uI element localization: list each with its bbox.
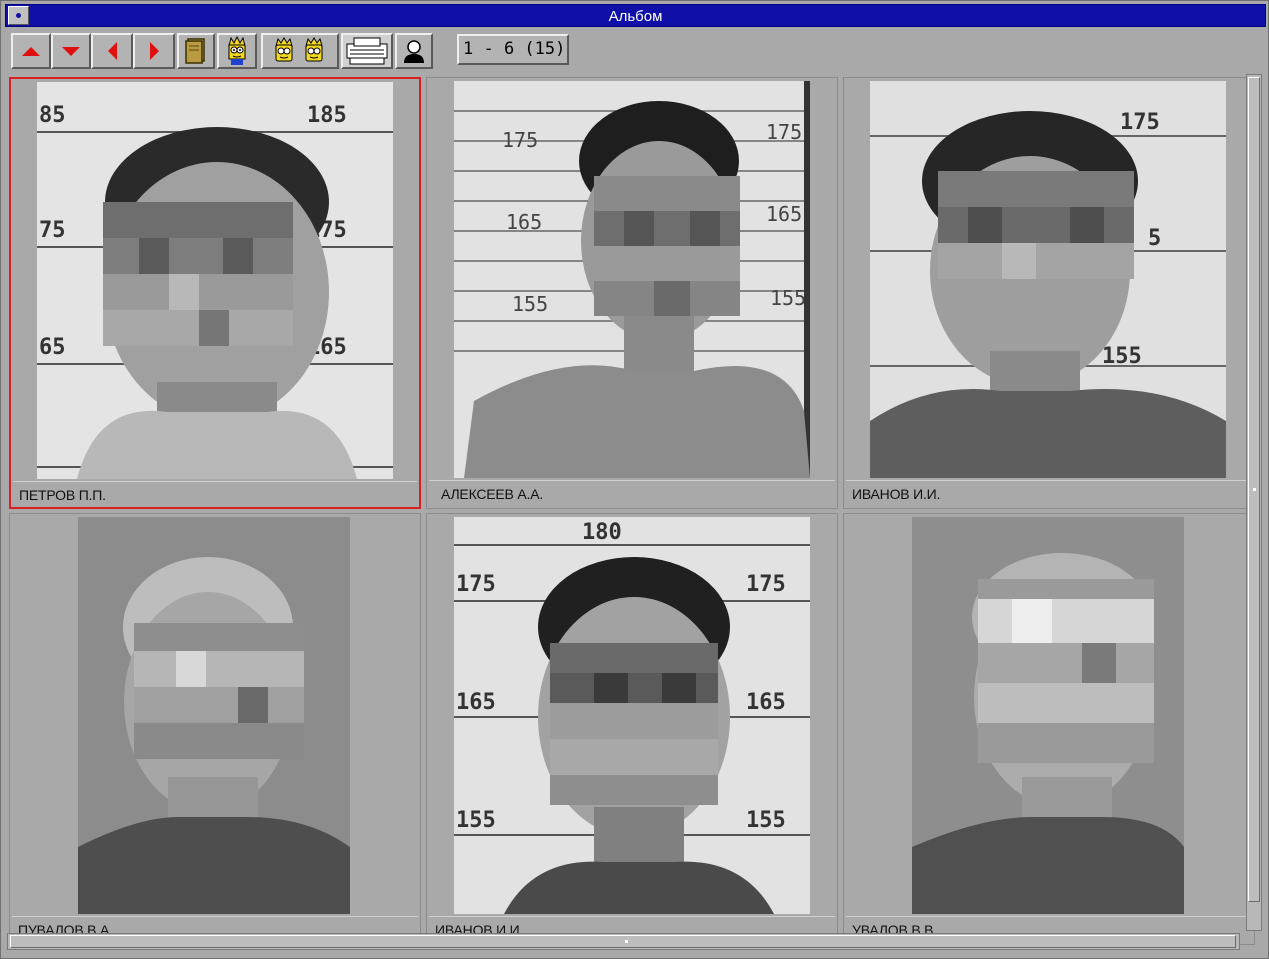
grip-icon [1253, 488, 1256, 491]
vertical-scroll-thumb[interactable] [1248, 77, 1260, 902]
album-card[interactable]: 85 185 75 175 65 165 ПЕТРОВ П.П. [9, 77, 421, 509]
scroll-up-button[interactable] [11, 33, 51, 69]
horizontal-scroll-thumb[interactable] [10, 935, 1236, 948]
svg-text:175: 175 [502, 128, 538, 152]
book-icon [185, 38, 205, 64]
svg-text:175: 175 [766, 120, 802, 144]
cartoon-faces-icon [275, 37, 323, 62]
scroll-down-button[interactable] [51, 33, 91, 69]
mugshot-image: 175 175 165 165 155 155 [454, 81, 810, 478]
mugshot-photo[interactable] [912, 517, 1184, 914]
arrow-down-icon [62, 46, 80, 56]
svg-text:180: 180 [582, 520, 622, 545]
svg-text:165: 165 [506, 210, 542, 234]
single-person-button[interactable] [217, 33, 257, 69]
book-button[interactable] [177, 33, 215, 69]
svg-text:85: 85 [39, 103, 66, 128]
album-card[interactable]: 175 5 155 ИВАНОВ И.И. [843, 77, 1255, 509]
svg-text:185: 185 [307, 103, 347, 128]
svg-text:165: 165 [456, 690, 496, 715]
svg-text:165: 165 [766, 202, 802, 226]
album-card[interactable]: 180 175 175 165 165 155 155 ИВАНОВ И.И. [426, 513, 838, 945]
window-title: Альбом [608, 8, 663, 25]
previous-page-button[interactable] [91, 33, 133, 69]
page-counter: 1 - 6 (15) [457, 34, 569, 65]
mugshot-photo[interactable]: 85 185 75 175 65 165 [37, 82, 393, 479]
photo-caption: ИВАНОВ И.И. [846, 480, 1252, 506]
photo-album-grid: 85 185 75 175 65 165 ПЕТРОВ П.П. 175 175… [9, 77, 1255, 945]
svg-text:75: 75 [39, 218, 66, 243]
cartoon-face-icon [228, 36, 246, 65]
mugshot-photo[interactable]: 175 175 165 165 155 155 [454, 81, 810, 478]
album-window: Альбом 1 - 6 (15) 85 185 75 175 65 165 П… [0, 0, 1269, 959]
album-card[interactable]: ПУВАЛОВ В.А. [9, 513, 421, 945]
mugshot-photo[interactable]: 180 175 175 165 165 155 155 [454, 517, 810, 914]
toolbar: 1 - 6 (15) [1, 29, 1269, 73]
printer-icon [346, 37, 388, 65]
svg-text:155: 155 [456, 808, 496, 833]
person-silhouette-icon [404, 40, 424, 63]
svg-text:165: 165 [746, 690, 786, 715]
svg-text:155: 155 [770, 286, 806, 310]
person-profile-button[interactable] [395, 33, 433, 69]
photo-caption: ПЕТРОВ П.П. [13, 481, 417, 507]
grip-icon [625, 940, 628, 943]
photo-caption: АЛЕКСЕЕВ А.А. [429, 480, 835, 506]
next-page-button[interactable] [133, 33, 175, 69]
album-card[interactable]: 175 175 165 165 155 155 АЛЕКСЕЕВ А.А. [426, 77, 838, 509]
arrow-up-icon [22, 46, 40, 56]
svg-text:175: 175 [1120, 110, 1160, 135]
mugshot-photo[interactable]: 175 5 155 [870, 81, 1226, 478]
mugshot-image [78, 517, 350, 914]
mugshot-photo[interactable] [78, 517, 350, 914]
horizontal-scrollbar[interactable] [7, 933, 1240, 950]
svg-text:155: 155 [746, 808, 786, 833]
arrow-right-icon [149, 42, 159, 60]
svg-text:65: 65 [39, 335, 66, 360]
arrow-left-icon [107, 42, 117, 60]
title-bar: Альбом [5, 4, 1266, 27]
album-card[interactable]: УВАЛОВ В.В. [843, 513, 1255, 945]
vertical-scrollbar[interactable] [1246, 74, 1262, 931]
print-button[interactable] [341, 33, 393, 69]
svg-text:5: 5 [1148, 226, 1161, 251]
svg-text:155: 155 [1102, 344, 1142, 369]
mugshot-image: 180 175 175 165 165 155 155 [454, 517, 810, 914]
two-persons-button[interactable] [261, 33, 339, 69]
mugshot-image [912, 517, 1184, 914]
mugshot-image: 85 185 75 175 65 165 [37, 82, 393, 479]
svg-text:175: 175 [456, 572, 496, 597]
svg-text:175: 175 [746, 572, 786, 597]
mugshot-image: 175 5 155 [870, 81, 1226, 478]
svg-text:155: 155 [512, 292, 548, 316]
